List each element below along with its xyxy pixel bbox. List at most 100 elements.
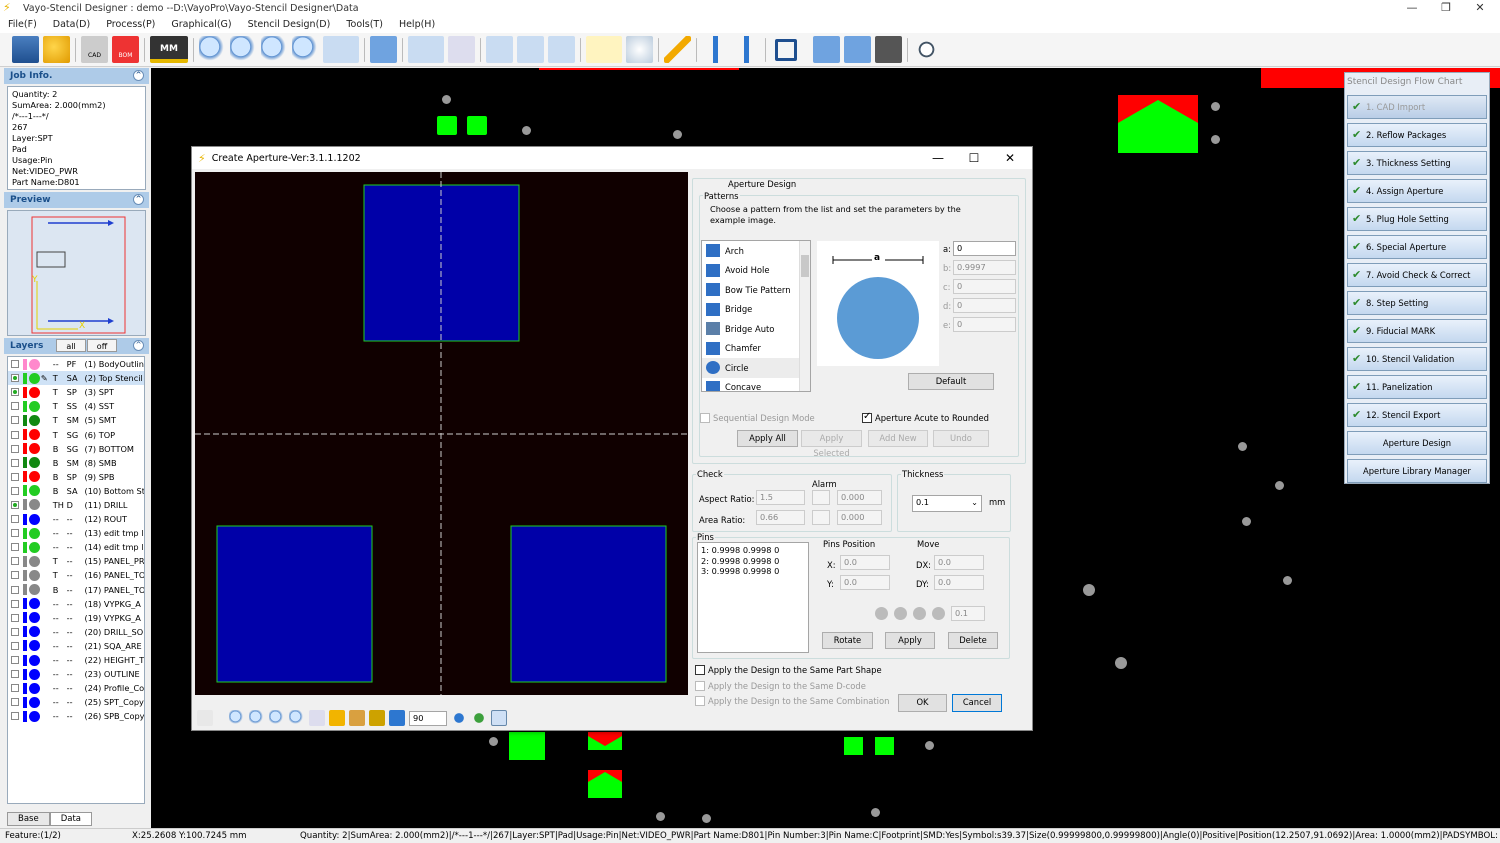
maximize-button[interactable]: ❐ [1429, 0, 1463, 16]
flow-step-button[interactable]: ✔ 3. Thickness Setting [1347, 151, 1487, 175]
layer-color-dot[interactable] [28, 584, 40, 596]
binoculars-icon[interactable] [875, 36, 902, 63]
crosshair-icon[interactable] [913, 36, 940, 63]
collapse-icon[interactable]: ^ [133, 340, 144, 351]
menu-tools[interactable]: Tools(T) [338, 19, 391, 30]
pattern-list-scrollbar[interactable] [799, 241, 810, 391]
layer-color-dot[interactable] [28, 443, 40, 455]
zoom-fit-icon[interactable] [292, 36, 319, 63]
zoom-in-icon[interactable] [249, 710, 265, 726]
layer-color-dot[interactable] [28, 386, 40, 398]
undo-button[interactable]: Undo [933, 430, 989, 447]
layer-visibility-checkbox[interactable] [11, 684, 19, 693]
layer-edit-slot[interactable] [41, 683, 51, 693]
layer-visibility-checkbox[interactable] [11, 585, 19, 594]
pencil-icon[interactable] [664, 36, 691, 63]
flow-step-button[interactable]: ✔ 9. Fiducial MARK [1347, 319, 1487, 343]
layer-row[interactable]: -- -- (12) ROUT [8, 512, 144, 526]
layer-edit-slot[interactable] [41, 500, 51, 510]
pin-item[interactable]: 3: 0.9998 0.9998 0 [701, 566, 805, 577]
move-right-icon[interactable] [894, 607, 907, 620]
layer-row[interactable]: -- -- (26) SPB_Copy [8, 709, 144, 723]
layer-row[interactable]: ✎ T SA (2) Top Stencil [8, 371, 144, 386]
layer-row[interactable]: T -- (16) PANEL_TO [8, 568, 144, 582]
layer-visibility-checkbox[interactable] [11, 500, 19, 509]
layers-all-button[interactable]: all [56, 339, 86, 352]
layer-visibility-checkbox[interactable] [11, 430, 19, 439]
rotate-ccw-icon[interactable] [451, 710, 467, 726]
tab-base[interactable]: Base [7, 812, 50, 826]
sequential-design-checkbox[interactable]: Sequential Design Mode [700, 413, 815, 423]
apply-button[interactable]: Apply [885, 632, 935, 649]
pin-y-input[interactable]: 0.0 [840, 575, 890, 590]
cad-import-icon[interactable]: CAD [81, 36, 108, 63]
zoom-out-icon[interactable] [269, 710, 285, 726]
layer-color-dot[interactable] [28, 626, 40, 638]
layer-edit-slot[interactable] [41, 711, 51, 721]
apply-all-button[interactable]: Apply All [737, 430, 798, 447]
layer-edit-slot[interactable] [41, 697, 51, 707]
layer-edit-slot[interactable] [41, 514, 51, 524]
layer-edit-slot[interactable] [41, 599, 51, 609]
layer-color-dot[interactable] [28, 541, 40, 553]
stack-icon[interactable] [408, 36, 444, 63]
layer-row[interactable]: -- -- (19) VYPKG_A [8, 611, 144, 625]
rectangle-icon[interactable] [775, 38, 797, 61]
layer-color-dot[interactable] [28, 485, 40, 497]
layer-edit-slot[interactable] [41, 655, 51, 665]
line-tool-icon[interactable] [517, 36, 544, 63]
layer-row[interactable]: T SM (5) SMT [8, 413, 144, 427]
layer-visibility-checkbox[interactable] [11, 613, 19, 622]
flow-step-button[interactable]: ✔ 4. Assign Aperture [1347, 179, 1487, 203]
layers-off-button[interactable]: off [87, 339, 117, 352]
pin-item[interactable]: 2: 0.9998 0.9998 0 [701, 556, 805, 567]
layer-row[interactable]: B SP (9) SPB [8, 470, 144, 484]
minimize-button[interactable]: — [1395, 0, 1429, 16]
param-input[interactable]: 0 [953, 241, 1016, 256]
collapse-icon[interactable]: ^ [133, 194, 144, 205]
flip-horizontal-icon[interactable] [369, 710, 385, 726]
layer-visibility-checkbox[interactable] [11, 712, 19, 721]
layer-color-dot[interactable] [28, 696, 40, 708]
move-step-input[interactable]: 0.1 [951, 606, 985, 621]
layer-visibility-checkbox[interactable] [11, 472, 19, 481]
layer-color-dot[interactable] [28, 414, 40, 426]
layer-visibility-checkbox[interactable] [11, 670, 19, 679]
layer-row[interactable]: T SS (4) SST [8, 399, 144, 413]
aperture-library-button[interactable]: Aperture Library Manager [1347, 459, 1487, 483]
layer-visibility-checkbox[interactable] [11, 515, 19, 524]
layer-color-dot[interactable] [28, 499, 40, 511]
layer-color-dot[interactable] [28, 668, 40, 680]
layer-edit-slot[interactable] [41, 613, 51, 623]
apply-selected-button[interactable]: Apply Selected [801, 430, 862, 458]
arrow-up-icon[interactable] [702, 36, 729, 63]
tools-icon[interactable] [844, 36, 871, 63]
import-icon[interactable] [329, 710, 345, 726]
layer-visibility-checkbox[interactable] [11, 641, 19, 650]
menu-data[interactable]: Data(D) [45, 19, 98, 30]
layer-color-dot[interactable] [28, 598, 40, 610]
layer-row[interactable]: -- -- (25) SPT_Copy [8, 695, 144, 709]
layer-edit-slot[interactable] [41, 528, 51, 538]
flow-step-button[interactable]: ✔ 1. CAD Import [1347, 95, 1487, 119]
layer-edit-slot[interactable] [41, 556, 51, 566]
layer-visibility-checkbox[interactable] [11, 416, 19, 425]
pattern-item[interactable]: Concave [702, 378, 810, 391]
flow-step-button[interactable]: ✔ 7. Avoid Check & Correct [1347, 263, 1487, 287]
layer-edit-slot[interactable] [41, 430, 51, 440]
flow-step-button[interactable]: ✔ 2. Reflow Packages [1347, 123, 1487, 147]
rotation-angle-input[interactable]: 90 [409, 710, 447, 726]
bulb-icon[interactable] [626, 36, 653, 63]
layer-row[interactable]: T -- (15) PANEL_PR [8, 554, 144, 568]
layer-visibility-checkbox[interactable] [11, 656, 19, 665]
eraser-icon[interactable] [349, 710, 365, 726]
layer-row[interactable]: -- -- (14) edit tmp lay [8, 540, 144, 554]
bom-icon[interactable]: BOM [112, 36, 139, 63]
layer-visibility-checkbox[interactable] [11, 698, 19, 707]
layer-visibility-checkbox[interactable] [11, 444, 19, 453]
same-dcode-checkbox[interactable]: Apply the Design to the Same D-code [695, 681, 866, 691]
layer-edit-slot[interactable] [41, 472, 51, 482]
menu-graphical[interactable]: Graphical(G) [163, 19, 239, 30]
layer-color-dot[interactable] [28, 555, 40, 567]
flow-step-button[interactable]: ✔ 11. Panelization [1347, 375, 1487, 399]
